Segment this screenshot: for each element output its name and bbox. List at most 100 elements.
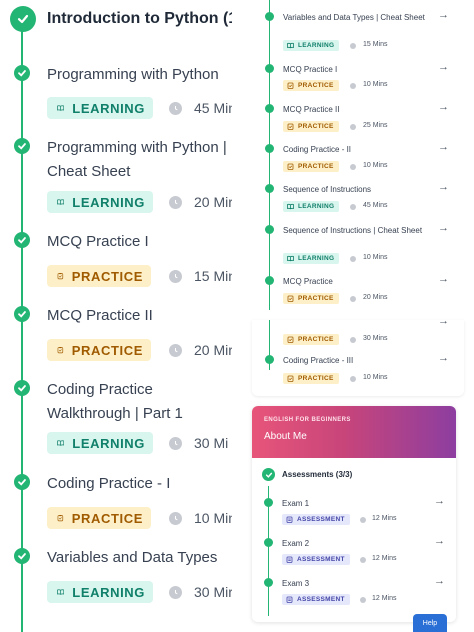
clock-icon: [169, 586, 182, 599]
course-banner[interactable]: ENGLISH FOR BEGINNERS About Me: [252, 406, 456, 458]
item-title[interactable]: Exam 2: [282, 537, 432, 550]
duration-text: 10 Mins: [363, 374, 388, 381]
assessment-badge: ASSESSMENT: [282, 554, 350, 565]
badge-label: PRACTICE: [298, 336, 334, 343]
duration-text: 25 Mins: [363, 122, 388, 129]
practice-badge: PRACTICE: [283, 121, 339, 132]
item-title[interactable]: Variables and Data Types: [47, 546, 232, 570]
arrow-right-icon[interactable]: →: [438, 320, 449, 327]
clipboard-check-icon: [287, 295, 294, 302]
arrow-right-icon[interactable]: →: [438, 9, 449, 21]
clock-icon: [350, 296, 356, 302]
check-circle-icon: [265, 104, 274, 113]
clipboard-check-icon: [57, 347, 64, 354]
check-circle-icon: [265, 12, 274, 21]
item-title[interactable]: Variables and Data Types | Cheat Sheet: [283, 11, 433, 24]
open-book-icon: [57, 589, 65, 595]
clock-icon: [350, 124, 356, 130]
practice-badge: PRACTICE: [283, 80, 339, 91]
badge-label: PRACTICE: [71, 268, 143, 284]
badge-label: ASSESSMENT: [297, 596, 345, 603]
practice-badge: PRACTICE: [283, 161, 339, 172]
clock-icon: [169, 512, 182, 525]
module-header[interactable]: Introduction to Python (16/: [0, 0, 232, 42]
clock-icon: [169, 270, 182, 283]
arrow-right-icon[interactable]: →: [438, 273, 449, 285]
check-circle-icon: [264, 578, 273, 587]
item-title[interactable]: Coding Practice - II: [283, 143, 433, 156]
item-title[interactable]: Coding Practice - I: [47, 472, 232, 496]
assessments-title: Assessments (3/3): [282, 470, 353, 479]
assessments-section: Assessments (3/3) Exam 1 → ASSESSMENT 12…: [252, 458, 456, 622]
duration-text: 20 Mir: [194, 342, 232, 358]
badge-label: PRACTICE: [298, 82, 334, 89]
arrow-right-icon[interactable]: →: [438, 222, 449, 234]
badge-label: PRACTICE: [298, 375, 334, 382]
assessment-badge: ASSESSMENT: [282, 594, 350, 605]
learning-badge: LEARNING: [47, 97, 153, 119]
arrow-right-icon[interactable]: →: [438, 141, 449, 153]
practice-badge: PRACTICE: [283, 293, 339, 304]
check-circle-icon: [262, 468, 275, 481]
check-circle-icon: [264, 538, 273, 547]
check-circle-icon: [14, 138, 30, 154]
item-title[interactable]: Programming with Python: [47, 63, 232, 87]
badge-label: LEARNING: [298, 203, 335, 210]
arrow-right-icon[interactable]: →: [438, 61, 449, 73]
right-top-module-list: Variables and Data Types | Cheat Sheet →…: [252, 0, 464, 310]
clock-icon: [350, 256, 356, 262]
open-book-icon: [57, 199, 65, 205]
arrow-right-icon[interactable]: →: [434, 575, 445, 587]
badge-label: PRACTICE: [298, 295, 334, 302]
item-title[interactable]: MCQ Practice I: [283, 63, 433, 76]
duration-text: 30 Mi: [194, 435, 229, 451]
item-title[interactable]: Sequence of Instructions: [283, 183, 433, 196]
clock-icon: [350, 43, 356, 49]
item-title[interactable]: MCQ Practice I: [47, 230, 232, 254]
practice-badge: PRACTICE: [283, 334, 339, 345]
check-circle-icon: [265, 184, 274, 193]
progress-rail: [269, 0, 270, 310]
duration-text: 10 Min: [194, 510, 232, 526]
item-title[interactable]: MCQ Practice: [283, 275, 433, 288]
clipboard-check-icon: [287, 163, 294, 170]
clock-icon: [169, 437, 182, 450]
badge-label: LEARNING: [72, 194, 145, 210]
check-circle-icon: [265, 225, 274, 234]
learning-badge: LEARNING: [47, 432, 153, 454]
badge-label: PRACTICE: [71, 510, 143, 526]
left-module-panel: Introduction to Python (16/ Programming …: [0, 0, 232, 632]
course-title: About Me: [264, 431, 307, 442]
open-book-icon: [287, 42, 294, 49]
arrow-right-icon[interactable]: →: [438, 181, 449, 193]
right-middle-module-list: → PRACTICE 30 Mins Coding Practice - III…: [252, 320, 464, 396]
item-title[interactable]: MCQ Practice II: [47, 304, 232, 328]
arrow-right-icon[interactable]: →: [434, 495, 445, 507]
arrow-right-icon[interactable]: →: [438, 101, 449, 113]
badge-label: LEARNING: [72, 435, 145, 451]
item-title[interactable]: Exam 1: [282, 497, 432, 510]
duration-text: 30 Mins: [363, 335, 388, 342]
learning-badge: LEARNING: [47, 581, 153, 603]
check-circle-icon: [14, 232, 30, 248]
item-title[interactable]: MCQ Practice II: [283, 103, 433, 116]
item-title[interactable]: Coding Practice - III: [283, 354, 433, 367]
clock-icon: [169, 344, 182, 357]
item-title[interactable]: Sequence of Instructions | Cheat Sheet: [283, 224, 433, 237]
item-title[interactable]: Exam 3: [282, 577, 432, 590]
learning-badge: LEARNING: [283, 201, 339, 212]
arrow-right-icon[interactable]: →: [438, 352, 449, 364]
clock-icon: [169, 196, 182, 209]
item-title[interactable]: Coding Practice Walkthrough | Part 1: [47, 378, 232, 426]
clipboard-icon: [286, 596, 293, 603]
arrow-right-icon[interactable]: →: [434, 535, 445, 547]
item-title[interactable]: Programming with Python | Cheat Sheet: [47, 136, 232, 184]
duration-text: 15 Min: [194, 268, 232, 284]
badge-label: PRACTICE: [298, 123, 334, 130]
duration-text: 12 Mins: [372, 555, 397, 562]
clock-icon: [350, 337, 356, 343]
open-book-icon: [287, 255, 294, 262]
clock-icon: [350, 204, 356, 210]
help-button[interactable]: Help: [413, 614, 447, 632]
duration-text: 10 Mins: [363, 162, 388, 169]
